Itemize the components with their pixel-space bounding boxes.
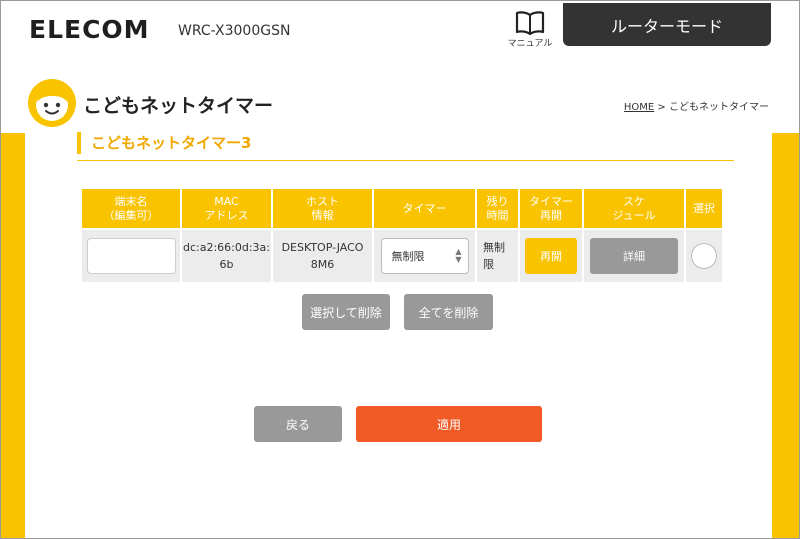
breadcrumb-separator: > — [654, 102, 669, 113]
cell-schedule: 詳細 — [584, 228, 684, 282]
resume-button[interactable]: 再開 — [525, 238, 577, 274]
cell-mac-address: dc:a2:66:0d:3a: 6b — [182, 228, 271, 282]
schedule-detail-button[interactable]: 詳細 — [590, 238, 678, 274]
elecom-logo: ELECOM — [29, 15, 150, 44]
timer-select[interactable]: 無制限 ▲ ▼ — [380, 238, 469, 274]
cell-timer-resume: 再開 — [520, 228, 582, 282]
header-timer-resume: タイマー 再開 — [520, 189, 582, 228]
cell-device-name — [82, 228, 180, 282]
select-radio[interactable] — [691, 243, 717, 269]
breadcrumb: HOME > こどもネットタイマー — [624, 98, 769, 113]
timer-select-value: 無制限 — [391, 250, 425, 263]
breadcrumb-current: こどもネットタイマー — [669, 102, 769, 113]
header-select: 選択 — [686, 189, 722, 228]
delete-all-button[interactable]: 全てを削除 — [404, 294, 493, 330]
cell-timer: 無制限 ▲ ▼ — [374, 228, 475, 282]
delete-selected-button[interactable]: 選択して削除 — [302, 294, 390, 330]
left-accent-bar — [1, 133, 25, 538]
section-divider — [77, 160, 734, 161]
updown-arrows-icon: ▲ ▼ — [455, 247, 462, 264]
cell-remaining-time: 無制限 — [477, 228, 518, 282]
header-host-info: ホスト 情報 — [273, 189, 372, 228]
child-face-icon — [28, 79, 76, 127]
page-title: こどもネットタイマー — [83, 95, 274, 117]
manual-button[interactable]: マニュアル — [506, 11, 554, 49]
header-remaining-time: 残り 時間 — [477, 189, 518, 228]
header-device-name: 端末名 （編集可） — [82, 189, 180, 228]
cell-host-info: DESKTOP-JACO 8M6 — [273, 228, 372, 282]
header-timer: タイマー — [374, 189, 475, 228]
book-icon — [515, 11, 545, 35]
section-title: こどもネットタイマー3 — [77, 132, 251, 154]
breadcrumb-home-link[interactable]: HOME — [624, 102, 654, 113]
cell-select — [686, 228, 722, 282]
device-name-input[interactable] — [86, 238, 176, 274]
apply-button[interactable]: 適用 — [356, 406, 542, 442]
header-mac-address: MAC アドレス — [182, 189, 271, 228]
table-row: dc:a2:66:0d:3a: 6b DESKTOP-JACO 8M6 無制限 ▲ ▼… — [82, 228, 722, 282]
manual-label: マニュアル — [507, 39, 553, 49]
right-accent-bar — [772, 133, 799, 538]
header-schedule: スケ ジュール — [584, 189, 684, 228]
timer-table: 端末名 （編集可） MAC アドレス ホスト 情報 タイマー 残り 時間 タイマー 再開 … — [80, 189, 724, 282]
app-window: ELECOM WRC-X3000GSN マニュアル ルーターモード こどもネット… — [0, 0, 800, 539]
router-mode-button[interactable]: ルーターモード — [563, 3, 771, 46]
model-name: WRC-X3000GSN — [178, 23, 291, 39]
back-button[interactable]: 戻る — [254, 406, 342, 442]
